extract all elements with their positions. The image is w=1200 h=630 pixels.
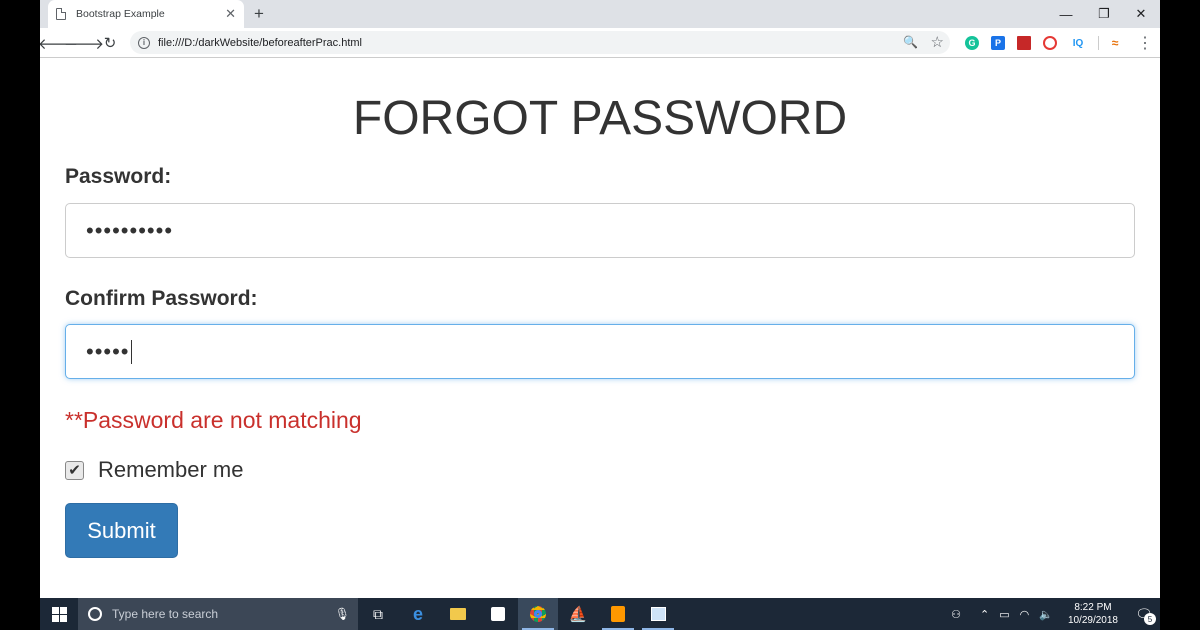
taskbar-search[interactable]: Type here to search 🎙 [78, 598, 358, 630]
tab-title: Bootstrap Example [76, 8, 165, 20]
menu-icon[interactable]: ⋮ [1137, 33, 1153, 53]
tab-close-icon[interactable]: ✕ [225, 6, 236, 22]
clock-time: 8:22 PM [1074, 602, 1112, 613]
remember-me-checkbox[interactable]: ✔ [65, 460, 84, 480]
search-placeholder: Type here to search [112, 607, 219, 621]
toolbar-divider [1098, 36, 1099, 50]
browser-tab[interactable]: Bootstrap Example ✕ [48, 0, 244, 28]
confirm-password-input[interactable]: ••••• [65, 324, 1135, 379]
remember-me-label[interactable]: Remember me [98, 457, 243, 483]
remember-me-row: ✔ Remember me [65, 457, 243, 483]
system-tray: ⚇ ⌃ ▭ ◠ 🔈 8:22 PM 10/29/2018 🗨 5 [946, 598, 1160, 630]
password-value: •••••••••• [86, 217, 174, 243]
bookmark-star-icon[interactable]: ☆ [931, 33, 944, 51]
tab-strip: Bootstrap Example ✕ + — ❐ ✕ [40, 0, 1160, 28]
minimize-button[interactable]: — [1047, 0, 1085, 28]
new-tab-button[interactable]: + [254, 4, 264, 24]
microphone-icon[interactable]: 🎙 [335, 607, 350, 621]
password-input[interactable]: •••••••••• [65, 203, 1135, 258]
confirm-password-label: Confirm Password: [65, 287, 258, 310]
red-square-ext-icon[interactable] [1017, 36, 1031, 50]
sublime-text-icon[interactable] [598, 598, 638, 630]
browser-toolbar: 🡐 🡒 ↻ i file:///D:/darkWebsite/beforeaft… [40, 28, 1160, 58]
action-center-icon[interactable]: 🗨 5 [1128, 598, 1160, 630]
restore-button[interactable]: ❐ [1085, 0, 1123, 28]
battery-icon[interactable]: ▭ [999, 608, 1009, 621]
reload-button[interactable]: ↻ [99, 33, 121, 53]
submit-button[interactable]: Submit [65, 503, 178, 558]
windows-logo-icon [51, 606, 67, 622]
zoom-icon[interactable]: 🔍 [903, 35, 918, 49]
start-button[interactable] [40, 598, 78, 630]
azure-icon[interactable]: ⛵ [558, 598, 598, 630]
clock[interactable]: 8:22 PM 10/29/2018 [1068, 601, 1118, 627]
edge-icon[interactable]: e [398, 598, 438, 630]
page-content: FORGOT PASSWORD Password: •••••••••• Con… [40, 59, 1160, 597]
taskbar: Type here to search 🎙 ⧉ e ⛵ ⚇ ⌃ ▭ ◠ 🔈 8:… [40, 598, 1160, 630]
wifi-icon[interactable]: ◠ [1020, 608, 1030, 621]
grammarly-icon[interactable]: G [965, 36, 979, 50]
info-icon[interactable]: i [138, 36, 150, 49]
cookie-ext-icon[interactable]: ≈ [1108, 36, 1122, 50]
confirm-password-value: ••••• [86, 338, 130, 364]
notification-count-badge: 5 [1144, 613, 1156, 625]
password-label: Password: [65, 165, 172, 188]
browser-window: Bootstrap Example ✕ + — ❐ ✕ 🡐 🡒 ↻ i file… [40, 0, 1160, 630]
notepad-icon[interactable] [638, 598, 678, 630]
clock-date: 10/29/2018 [1067, 615, 1118, 626]
cortana-icon [88, 607, 102, 621]
text-caret [130, 339, 132, 364]
file-explorer-icon[interactable] [438, 598, 478, 630]
page-icon [56, 8, 66, 20]
chrome-icon[interactable] [518, 598, 558, 630]
page-title: FORGOT PASSWORD [352, 92, 848, 145]
show-hidden-icons-icon[interactable]: ⌃ [980, 608, 989, 621]
error-message: **Password are not matching [65, 407, 362, 433]
opera-icon[interactable] [1043, 36, 1057, 50]
address-bar[interactable]: i file:///D:/darkWebsite/beforeafterPrac… [130, 31, 950, 54]
task-view-icon[interactable]: ⧉ [358, 598, 398, 630]
url-text: file:///D:/darkWebsite/beforeafterPrac.h… [158, 36, 362, 49]
volume-icon[interactable]: 🔈 [1039, 608, 1053, 621]
forward-button[interactable]: 🡒 [64, 33, 104, 53]
people-icon[interactable]: ⚇ [951, 608, 961, 621]
close-window-button[interactable]: ✕ [1122, 0, 1160, 28]
store-icon[interactable] [478, 598, 518, 630]
iq-ext-icon[interactable]: IQ [1069, 36, 1087, 50]
pushbullet-icon[interactable]: P [991, 36, 1005, 50]
